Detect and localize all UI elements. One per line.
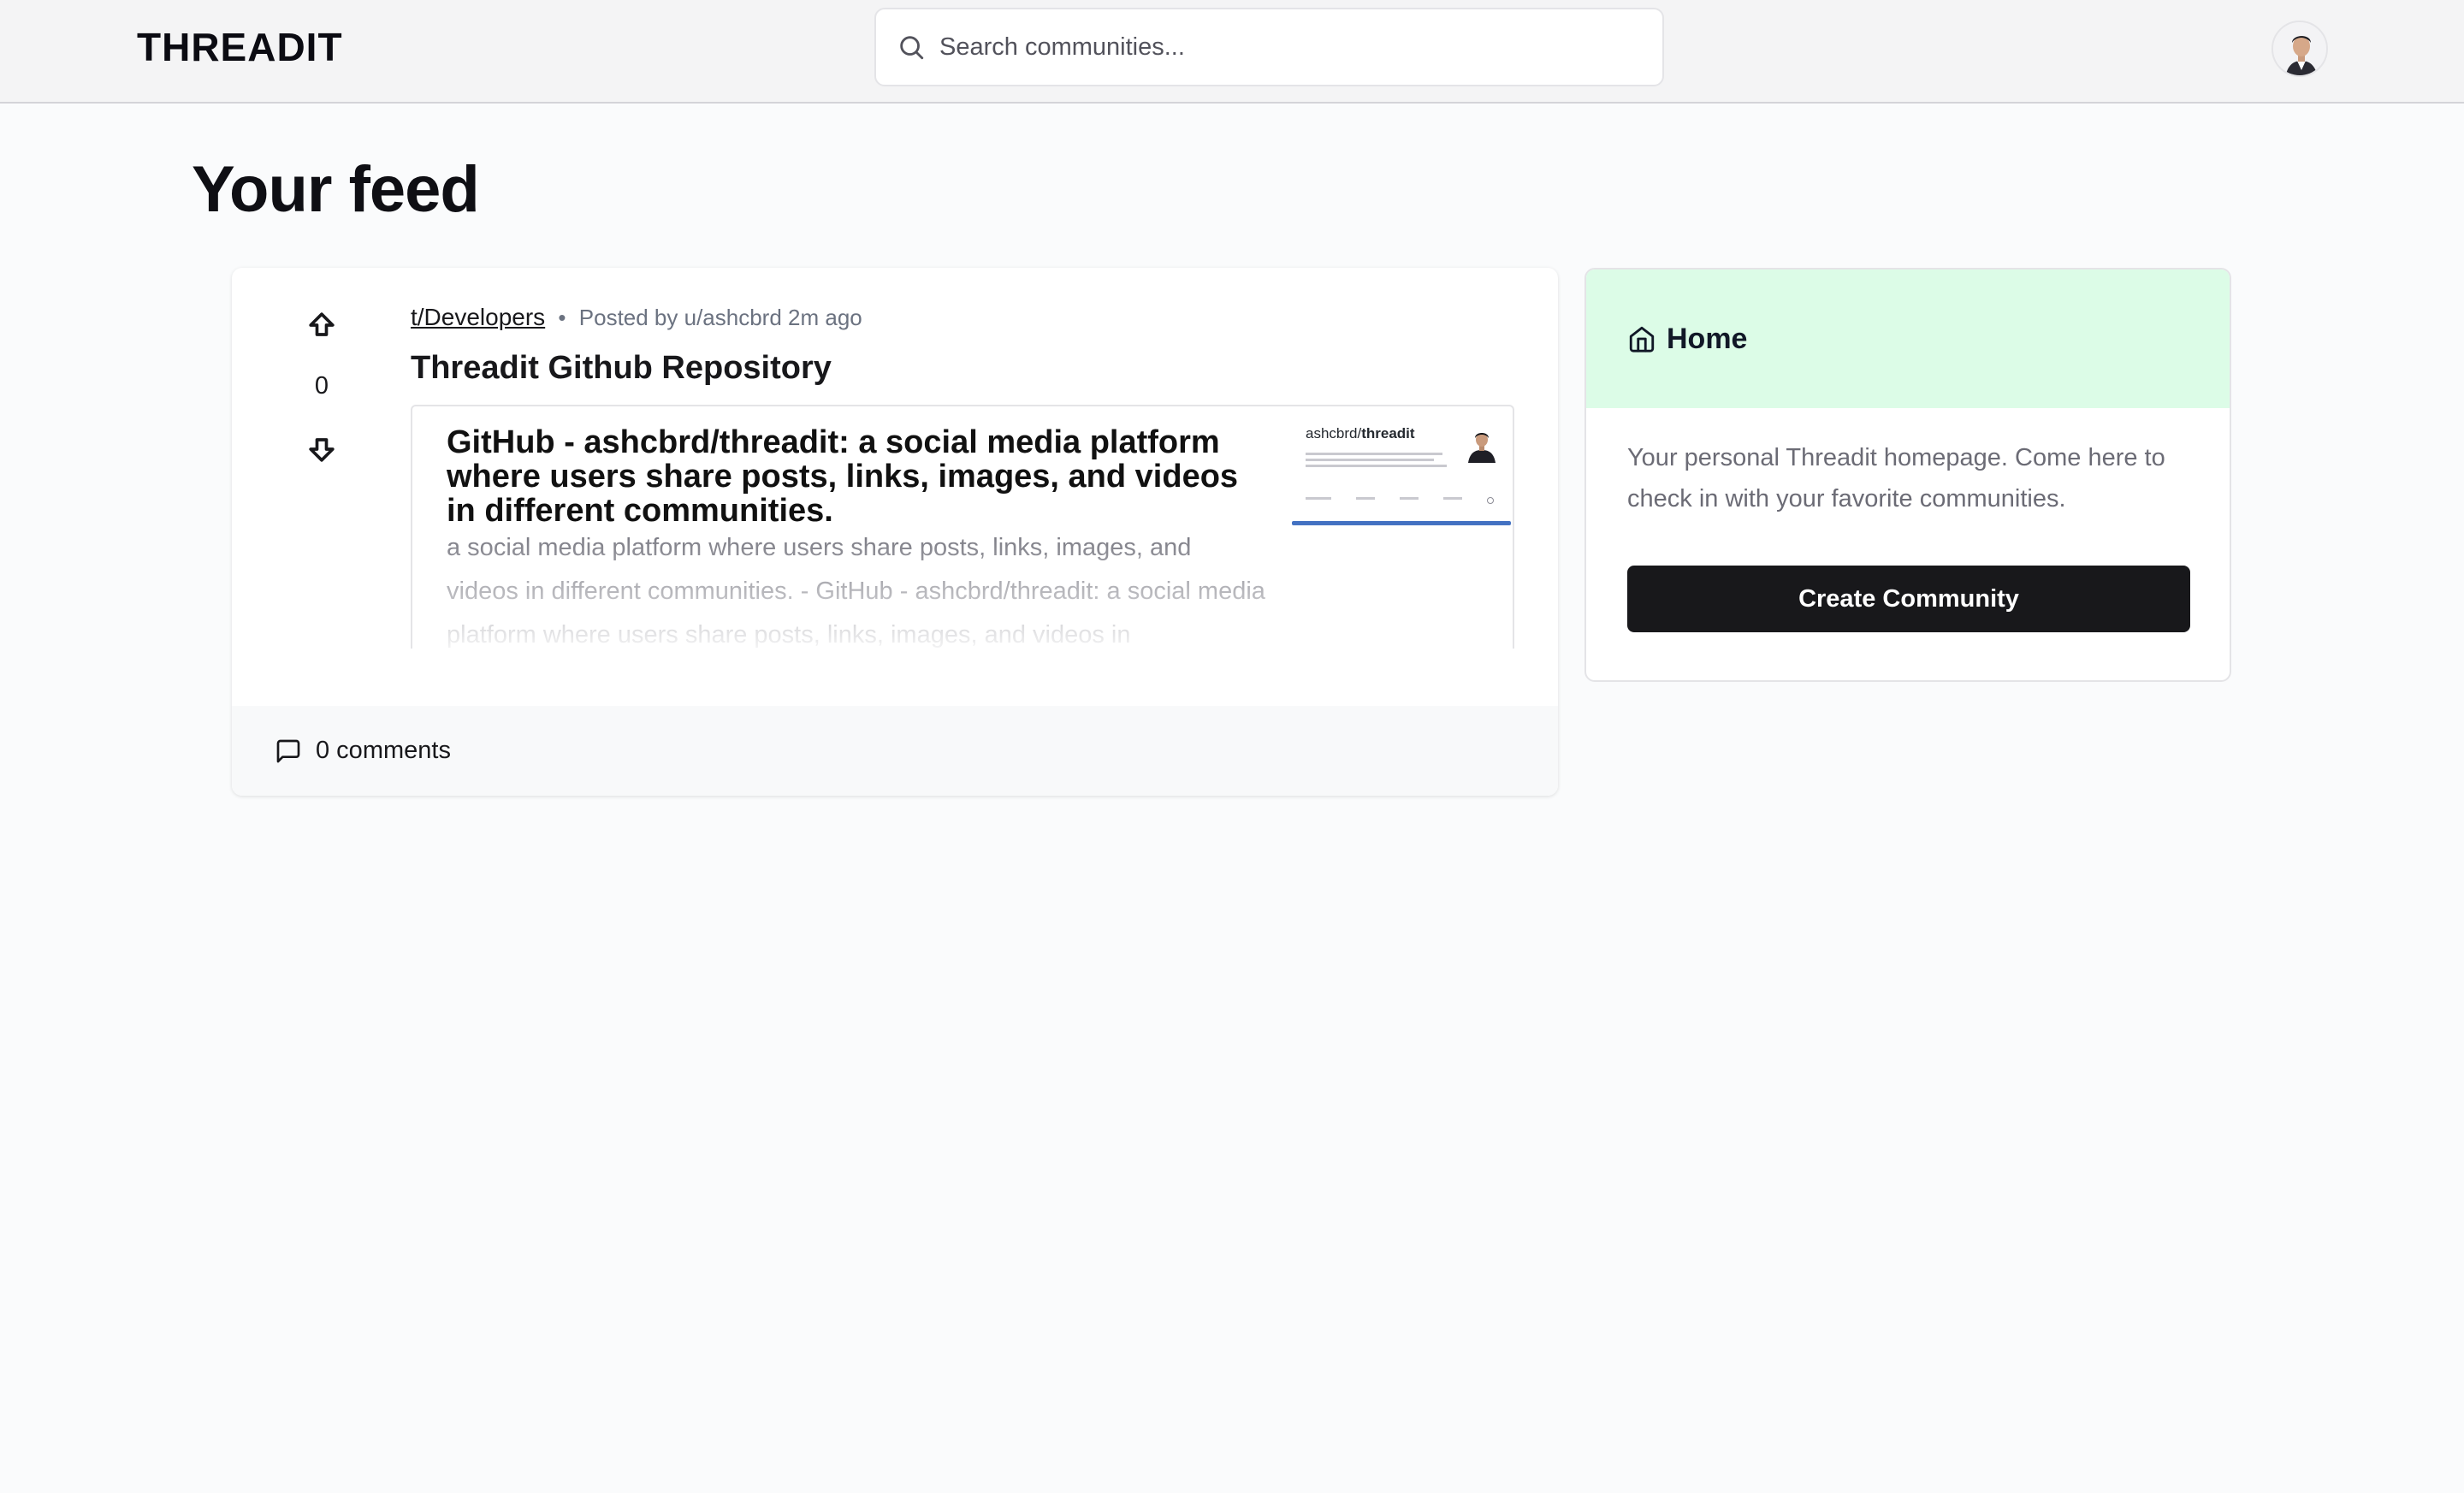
- page-title: Your feed: [192, 153, 480, 226]
- message-square-icon[interactable]: [275, 738, 302, 765]
- link-preview[interactable]: GitHub - ashcbrd/threadit: a social medi…: [411, 405, 1514, 649]
- vote-count: 0: [314, 372, 329, 400]
- post-meta: t/Developers • Posted by u/ashcbrd 2m ag…: [411, 304, 862, 331]
- home-icon: [1629, 326, 1655, 353]
- user-avatar[interactable]: [2272, 21, 2328, 77]
- vote-column: 0: [232, 268, 412, 704]
- post-title[interactable]: Threadit Github Repository: [411, 350, 832, 387]
- preview-thumbnail: ashcbrd/threadit: [1292, 415, 1511, 526]
- search-input[interactable]: [939, 33, 1624, 62]
- logo[interactable]: THREADIT: [137, 24, 343, 70]
- avatar-image: [2273, 22, 2326, 75]
- meta-separator: •: [558, 305, 566, 330]
- search-bar[interactable]: [874, 8, 1664, 86]
- sidebar-header: Home: [1586, 270, 2230, 408]
- preview-description: a social media platform where users shar…: [447, 534, 1265, 649]
- post-footer: 0 comments: [232, 706, 1558, 796]
- preview-title: GitHub - ashcbrd/threadit: a social medi…: [447, 424, 1239, 529]
- community-link[interactable]: t/Developers: [411, 304, 545, 330]
- comments-link[interactable]: 0 comments: [316, 737, 451, 765]
- home-sidebar-card: Home Your personal Threadit homepage. Co…: [1584, 268, 2231, 682]
- upvote-button[interactable]: [303, 306, 341, 344]
- create-community-button[interactable]: Create Community: [1627, 566, 2190, 632]
- search-icon: [900, 36, 924, 60]
- arrow-big-down-icon: [309, 438, 335, 462]
- thumbnail-description: [1306, 451, 1451, 467]
- posted-by: Posted by u/ashcbrd 2m ago: [578, 305, 862, 330]
- thumbnail-language-bar: [1292, 521, 1511, 525]
- post-card: 0 t/Developers • Posted by u/ashcbrd 2m …: [232, 268, 1558, 796]
- top-navbar: THREADIT: [0, 0, 2464, 104]
- sidebar-description: Your personal Threadit homepage. Come he…: [1627, 444, 2165, 512]
- downvote-button[interactable]: [303, 430, 341, 468]
- arrow-big-up-icon: [309, 312, 335, 336]
- thumbnail-repo-name: ashcbrd/threadit: [1306, 425, 1415, 441]
- thumbnail-avatar: [1468, 433, 1496, 463]
- sidebar-heading: Home: [1667, 322, 1748, 355]
- thumbnail-stats: [1306, 497, 1494, 509]
